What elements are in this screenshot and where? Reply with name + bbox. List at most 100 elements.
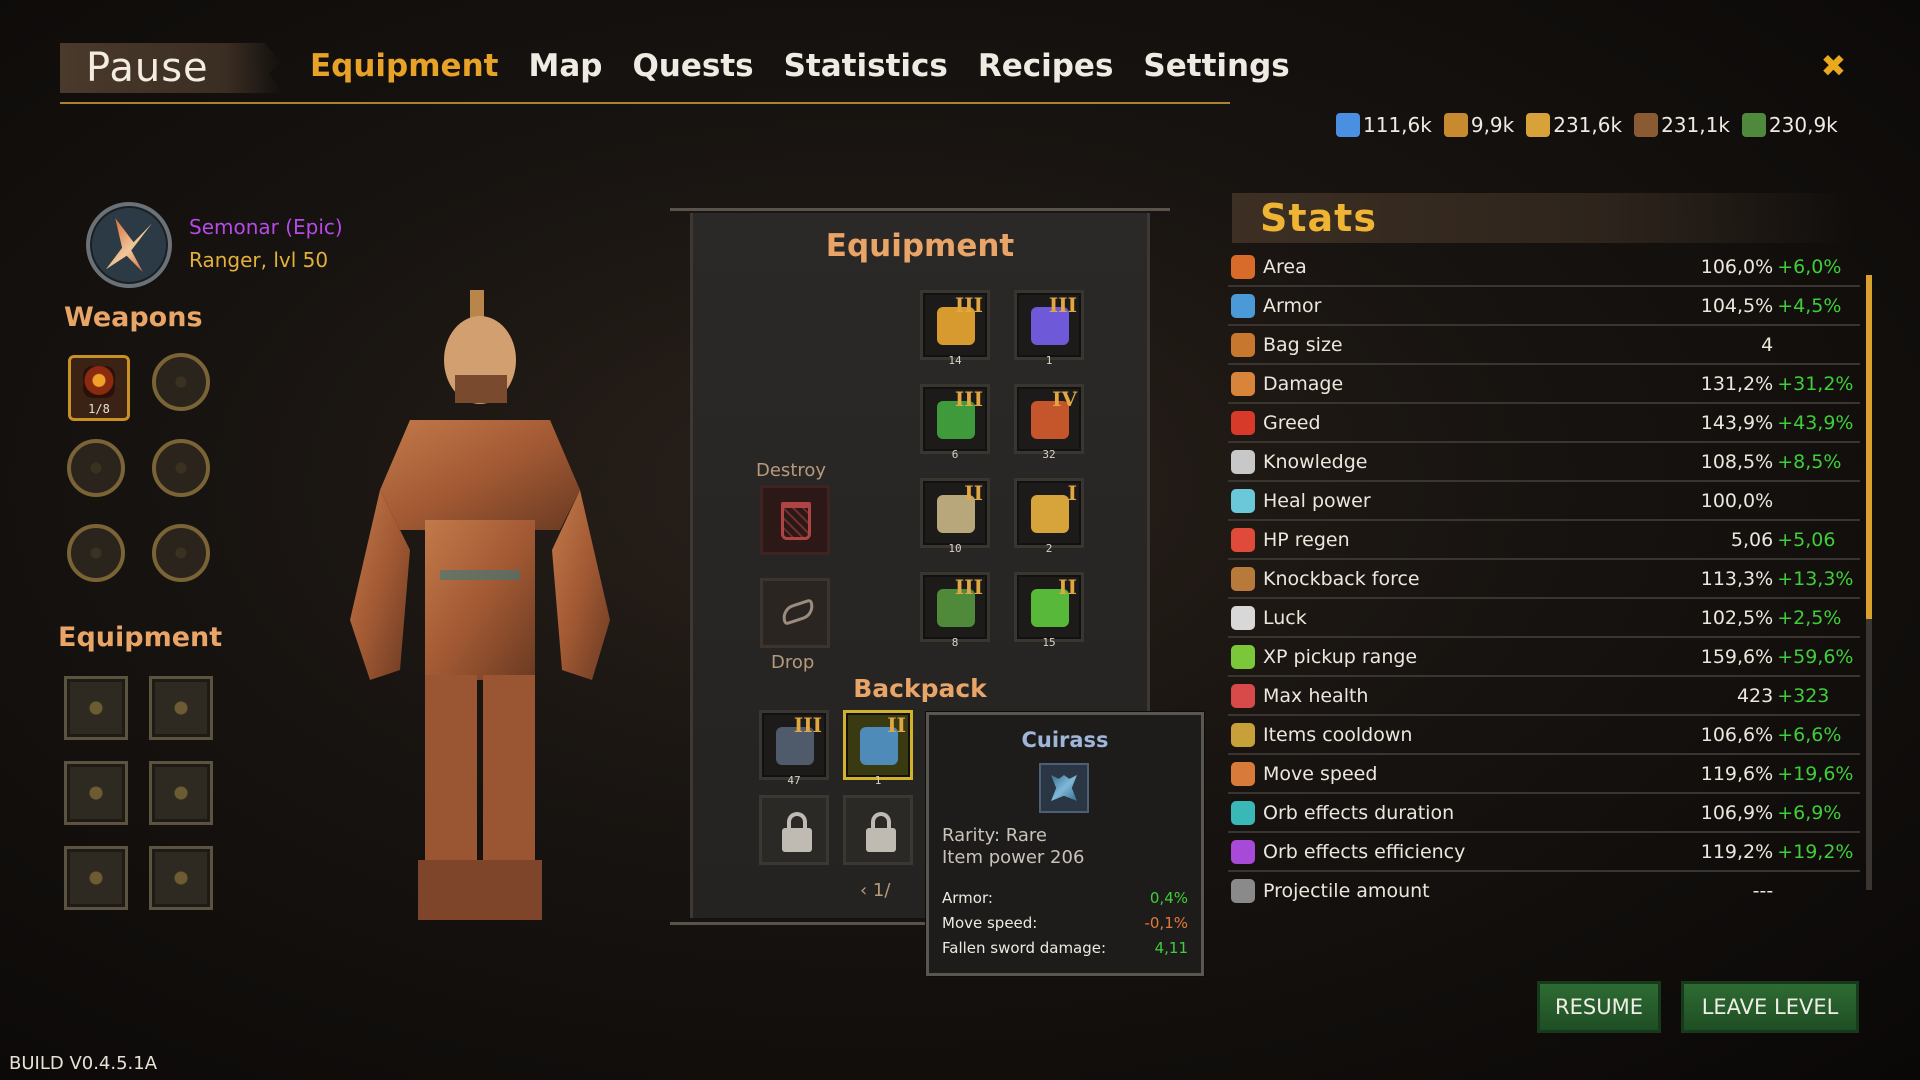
stat-value: 5,06: [1730, 528, 1774, 551]
item-level: 1: [874, 774, 882, 787]
resume-button[interactable]: RESUME: [1537, 981, 1661, 1033]
passive-slot-5[interactable]: [64, 846, 128, 910]
passive-slot-1[interactable]: [64, 676, 128, 740]
stat-name: Knockback force: [1263, 567, 1420, 590]
stat-value: 113,3%: [1700, 567, 1774, 590]
item-tier: IV: [1052, 387, 1077, 411]
tab-equipment[interactable]: Equipment: [310, 46, 498, 86]
weapon-slot-6[interactable]: [152, 524, 210, 582]
leave-level-button[interactable]: LEAVE LEVEL: [1681, 981, 1859, 1033]
stat-value: 119,2%: [1700, 840, 1774, 863]
stat-row: Luck 102,5% +2,5%: [1228, 599, 1860, 638]
luck-icon: [1231, 605, 1255, 630]
cuirass-icon: [1051, 775, 1077, 801]
orb-efficiency-icon: [1231, 839, 1255, 864]
weapon-slot-4[interactable]: [152, 439, 210, 497]
tooltip-title: Cuirass: [1021, 728, 1109, 752]
stat-name: Heal power: [1263, 489, 1371, 512]
stat-row: Armor 104,5% +4,5%: [1228, 287, 1860, 326]
locked-backpack-slot[interactable]: [843, 795, 913, 865]
stat-name: Armor: [1263, 294, 1322, 317]
crystal-icon: [1336, 113, 1360, 137]
heal-power-icon: [1231, 488, 1255, 513]
item-level: 47: [787, 774, 801, 787]
equipment-slot[interactable]: III 1: [1014, 290, 1084, 367]
passive-slot-3[interactable]: [64, 761, 128, 825]
tooltip-stat-value: -0,1%: [1144, 914, 1188, 932]
item-tier: I: [1067, 481, 1077, 505]
backpack-slot[interactable]: II 1: [843, 710, 913, 787]
stats-list[interactable]: Area 106,0% +6,0% Armor 104,5% +4,5% Bag size 4…: [1228, 248, 1860, 908]
passive-slot-6[interactable]: [149, 846, 213, 910]
stat-row: Heal power 100,0%: [1228, 482, 1860, 521]
resource-value: 231,6k: [1553, 113, 1623, 137]
tooltip-stat-row: Armor: 0,4%: [942, 889, 1188, 907]
weapon-slot-3[interactable]: [67, 439, 125, 497]
trash-can-icon: [781, 502, 811, 540]
stat-bonus: +6,0%: [1777, 255, 1842, 278]
tab-statistics[interactable]: Statistics: [784, 46, 948, 86]
lock-body: [866, 828, 896, 852]
stat-bonus: +2,5%: [1777, 606, 1842, 629]
weapon-slot-1[interactable]: 1/8: [68, 355, 130, 421]
stat-name: HP regen: [1263, 528, 1350, 551]
stat-row: Move speed 119,6% +19,6%: [1228, 755, 1860, 794]
equipment-slot[interactable]: II 10: [920, 478, 990, 555]
stat-name: XP pickup range: [1263, 645, 1418, 668]
stat-bonus: +6,9%: [1777, 801, 1842, 824]
weapon-slot-5[interactable]: [67, 524, 125, 582]
stat-row: Items cooldown 106,6% +6,6%: [1228, 716, 1860, 755]
stat-name: Max health: [1263, 684, 1369, 707]
equipment-slot[interactable]: IV 32: [1014, 384, 1084, 461]
tab-pause[interactable]: Pause: [60, 43, 282, 93]
hp-regen-icon: [1231, 527, 1255, 552]
stat-bonus: +43,9%: [1777, 411, 1854, 434]
knockback-icon: [1231, 566, 1255, 591]
bread-icon: [1443, 113, 1468, 137]
tooltip-stat-row: Fallen sword damage: 4,11: [942, 939, 1188, 957]
backpack-slot[interactable]: III 47: [759, 710, 829, 787]
tooltip-stat-row: Move speed: -0,1%: [942, 914, 1188, 932]
equipment-panel-title: Equipment: [825, 228, 1015, 264]
locked-backpack-slot[interactable]: [759, 795, 829, 865]
resource-value: 230,9k: [1768, 113, 1838, 137]
equipment-slot[interactable]: I2: [1014, 478, 1084, 555]
resource-item: 231,1k: [1634, 113, 1730, 137]
resource-bar: 111,6k 9,9k 231,6k 231,1k 230,9k: [1336, 113, 1838, 137]
stats-scrollbar-thumb[interactable]: [1866, 275, 1872, 619]
bag-icon: [1231, 332, 1255, 357]
tooltip-item-power: Item power 206: [942, 847, 1085, 868]
hero-avatar[interactable]: [86, 202, 172, 288]
top-nav: Equipment Map Quests Statistics Recipes …: [310, 46, 1320, 86]
close-x-icon[interactable]: ✖: [1816, 46, 1852, 86]
weapon-slot-2[interactable]: [152, 353, 210, 411]
tab-recipes[interactable]: Recipes: [978, 46, 1114, 86]
passive-slot-2[interactable]: [149, 676, 213, 740]
stat-name: Greed: [1263, 411, 1321, 434]
stat-value: 100,0%: [1700, 489, 1774, 512]
tooltip-stat-value: 4,11: [1154, 939, 1188, 957]
drop-dropzone[interactable]: [760, 578, 830, 648]
tab-quests[interactable]: Quests: [632, 46, 753, 86]
stat-value: 104,5%: [1700, 294, 1774, 317]
equipment-slot[interactable]: III 6: [920, 384, 990, 461]
item-tier: III: [954, 387, 983, 411]
item-level: 2: [1045, 542, 1053, 555]
max-health-icon: [1231, 683, 1255, 708]
equipment-slot[interactable]: II 15: [1014, 572, 1084, 649]
destroy-dropzone[interactable]: [760, 485, 830, 555]
item-level: 14: [948, 354, 962, 367]
tab-map[interactable]: Map: [528, 46, 602, 86]
item-tier: III: [954, 293, 983, 317]
item-tier: II: [1058, 575, 1077, 599]
equipment-slot[interactable]: III 8: [920, 572, 990, 649]
backpack-pager[interactable]: ‹ 1/: [860, 880, 890, 901]
passive-slot-4[interactable]: [149, 761, 213, 825]
tooltip-item-frame: [1039, 763, 1089, 813]
equipment-slot[interactable]: III 14: [920, 290, 990, 367]
stat-bonus: +19,2%: [1777, 840, 1854, 863]
stat-value: 4: [1761, 333, 1774, 356]
stat-name: Bag size: [1263, 333, 1343, 356]
item-tooltip: Cuirass Rarity: Rare Item power 206 Armo…: [926, 712, 1204, 976]
tab-settings[interactable]: Settings: [1143, 46, 1289, 86]
